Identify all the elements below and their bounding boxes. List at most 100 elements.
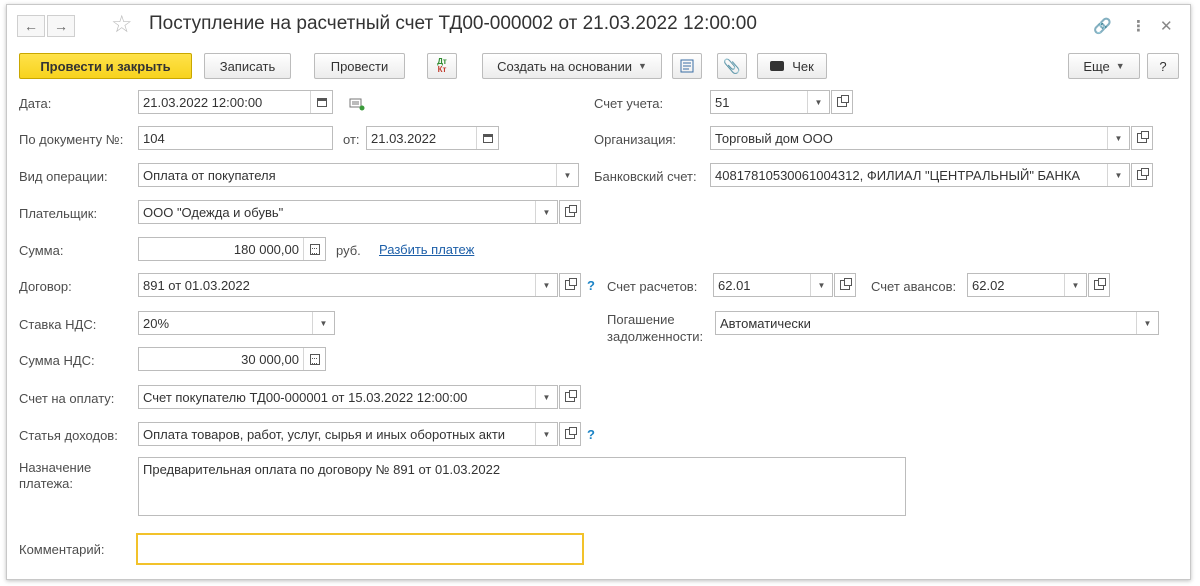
more-button[interactable]: Еще ▼	[1068, 53, 1140, 79]
operation-type-select[interactable]: Оплата от покупателя ▼	[138, 163, 579, 187]
payer-select[interactable]: ООО "Одежда и обувь" ▼	[138, 200, 558, 224]
chevron-down-icon[interactable]: ▼	[810, 274, 832, 296]
more-menu-icon[interactable]: ⋮	[1131, 17, 1146, 35]
settlement-account-value: 62.01	[718, 277, 751, 293]
advance-account-value: 62.02	[972, 277, 1005, 293]
amount-label: Сумма:	[19, 243, 64, 258]
purpose-label-line2: платежа:	[19, 476, 73, 491]
bank-account-label: Банковский счет:	[594, 169, 697, 184]
more-label: Еще	[1083, 58, 1110, 74]
vat-amount-value: 30 000,00	[241, 351, 299, 367]
split-payment-link[interactable]: Разбить платеж	[379, 242, 474, 257]
open-contract-button[interactable]	[559, 273, 581, 297]
income-item-label: Статья доходов:	[19, 428, 118, 443]
forward-button[interactable]: →	[47, 15, 75, 37]
chevron-down-icon[interactable]: ▼	[535, 274, 557, 296]
account-label: Счет учета:	[594, 96, 664, 111]
chevron-down-icon[interactable]: ▼	[312, 312, 334, 334]
open-invoice-button[interactable]	[559, 385, 581, 409]
contract-select[interactable]: 891 от 01.03.2022 ▼	[138, 273, 558, 297]
chevron-down-icon[interactable]: ▼	[807, 91, 829, 113]
document-window: ← → ☆ Поступление на расчетный счет ТД00…	[6, 4, 1191, 580]
date-field[interactable]: 21.03.2022 12:00:00	[138, 90, 333, 114]
favorite-star-icon[interactable]: ☆	[111, 10, 133, 39]
close-icon[interactable]: ✕	[1160, 17, 1173, 35]
chevron-down-icon[interactable]: ▼	[1064, 274, 1086, 296]
open-account-button[interactable]	[831, 90, 853, 114]
invoice-value: Счет покупателю ТД00-000001 от 15.03.202…	[143, 389, 468, 405]
comment-label: Комментарий:	[19, 542, 105, 557]
advance-account-label: Счет авансов:	[871, 279, 957, 294]
open-icon	[565, 205, 577, 217]
advance-account-select[interactable]: 62.02 ▼	[967, 273, 1087, 297]
calculator-icon[interactable]	[303, 348, 325, 370]
cash-register-icon	[770, 61, 785, 71]
payer-value: ООО "Одежда и обувь"	[143, 204, 284, 220]
open-icon	[840, 278, 852, 290]
open-bank-account-button[interactable]	[1131, 163, 1153, 187]
vat-rate-label: Ставка НДС:	[19, 317, 97, 332]
bank-account-select[interactable]: 40817810530061004312, ФИЛИАЛ "ЦЕНТРАЛЬНЫ…	[710, 163, 1130, 187]
from-date-field[interactable]: 21.03.2022	[366, 126, 499, 150]
link-icon[interactable]: 🔗	[1093, 17, 1112, 35]
open-organization-button[interactable]	[1131, 126, 1153, 150]
attach-button[interactable]: 📎	[717, 53, 747, 79]
open-payer-button[interactable]	[559, 200, 581, 224]
help-button[interactable]: ?	[1147, 53, 1179, 79]
post-button[interactable]: Провести	[314, 53, 405, 79]
open-icon	[565, 278, 577, 290]
page-title: Поступление на расчетный счет ТД00-00000…	[149, 13, 757, 34]
chevron-down-icon[interactable]: ▼	[535, 386, 557, 408]
contract-label: Договор:	[19, 279, 72, 294]
chevron-down-icon[interactable]: ▼	[535, 201, 557, 223]
calendar-icon[interactable]	[310, 91, 332, 113]
income-item-help-icon[interactable]: ?	[587, 427, 595, 442]
create-based-on-label: Создать на основании	[497, 58, 632, 74]
structure-button[interactable]	[672, 53, 702, 79]
open-icon	[837, 95, 849, 107]
create-based-on-button[interactable]: Создать на основании ▼	[482, 53, 662, 79]
debt-repayment-select[interactable]: Автоматически ▼	[715, 311, 1159, 335]
select-date-list-icon[interactable]	[349, 97, 365, 114]
open-icon	[1094, 278, 1106, 290]
vat-rate-select[interactable]: 20% ▼	[138, 311, 335, 335]
date-value: 21.03.2022 12:00:00	[143, 94, 263, 110]
document-structure-icon	[680, 59, 694, 73]
receipt-button[interactable]: Чек	[757, 53, 827, 79]
contract-help-icon[interactable]: ?	[587, 278, 595, 293]
caret-down-icon: ▼	[637, 61, 647, 71]
income-item-select[interactable]: Оплата товаров, работ, услуг, сырья и ин…	[138, 422, 558, 446]
chevron-down-icon[interactable]: ▼	[1107, 164, 1129, 186]
contract-value: 891 от 01.03.2022	[143, 277, 250, 293]
dt-kt-button[interactable]: Дт Кт	[427, 53, 457, 79]
open-income-item-button[interactable]	[559, 422, 581, 446]
payment-purpose-textarea[interactable]: Предварительная оплата по договору № 891…	[138, 457, 906, 516]
chevron-down-icon[interactable]: ▼	[556, 164, 578, 186]
invoice-label: Счет на оплату:	[19, 391, 115, 406]
save-button[interactable]: Записать	[204, 53, 291, 79]
back-button[interactable]: ←	[17, 15, 45, 37]
account-select[interactable]: 51 ▼	[710, 90, 830, 114]
open-settlement-account-button[interactable]	[834, 273, 856, 297]
vat-amount-field[interactable]: 30 000,00	[138, 347, 326, 371]
chevron-down-icon[interactable]: ▼	[535, 423, 557, 445]
organization-select[interactable]: Торговый дом ООО ▼	[710, 126, 1130, 150]
settlement-account-select[interactable]: 62.01 ▼	[713, 273, 833, 297]
doc-number-field[interactable]: 104	[138, 126, 333, 150]
comment-field[interactable]	[136, 533, 584, 565]
calculator-icon[interactable]	[303, 238, 325, 260]
bank-account-value: 40817810530061004312, ФИЛИАЛ "ЦЕНТРАЛЬНЫ…	[715, 167, 1081, 183]
chevron-down-icon[interactable]: ▼	[1136, 312, 1158, 334]
amount-field[interactable]: 180 000,00	[138, 237, 326, 261]
income-item-value: Оплата товаров, работ, услуг, сырья и ин…	[143, 426, 506, 442]
invoice-select[interactable]: Счет покупателю ТД00-000001 от 15.03.202…	[138, 385, 558, 409]
open-advance-account-button[interactable]	[1088, 273, 1110, 297]
amount-value: 180 000,00	[233, 241, 299, 257]
open-icon	[1137, 168, 1149, 180]
post-and-close-button[interactable]: Провести и закрыть	[19, 53, 192, 79]
date-label: Дата:	[19, 96, 52, 111]
kt-label: Кт	[437, 65, 447, 74]
debt-repayment-label-line1: Погашение	[607, 312, 675, 327]
calendar-icon[interactable]	[476, 127, 498, 149]
chevron-down-icon[interactable]: ▼	[1107, 127, 1129, 149]
